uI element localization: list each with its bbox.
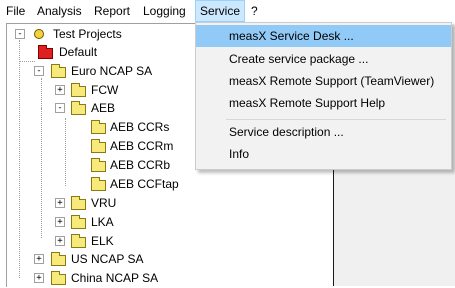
expand-icon[interactable]: +: [55, 236, 65, 246]
project-root-icon: [34, 29, 44, 39]
tree-node-china-ncap-sa[interactable]: + China NCAP SA: [7, 268, 333, 288]
expand-icon[interactable]: +: [34, 254, 44, 264]
menu-item-info[interactable]: Info: [196, 143, 451, 165]
red-folder-icon: [38, 45, 53, 59]
folder-icon: [91, 139, 106, 153]
tree-node-label: AEB: [91, 101, 116, 115]
menu-item-create-service-package[interactable]: Create service package ...: [196, 48, 451, 70]
menu-bar: File Analysis Report Logging Service ?: [0, 0, 455, 22]
tree-node-aeb-ccftap[interactable]: AEB CCFtap: [7, 174, 333, 194]
folder-icon: [71, 101, 86, 115]
collapse-icon[interactable]: -: [55, 103, 65, 113]
folder-icon: [71, 196, 86, 210]
tree-node-label: Default: [59, 45, 98, 59]
collapse-icon[interactable]: -: [34, 66, 44, 76]
expand-icon[interactable]: +: [55, 198, 65, 208]
tree-node-label: AEB CCRm: [110, 139, 174, 153]
menu-help[interactable]: ?: [251, 0, 258, 22]
folder-icon: [51, 252, 66, 266]
tree-node-label: VRU: [91, 196, 117, 210]
tree-node-label: ELK: [91, 234, 114, 248]
menu-item-label: Info: [229, 147, 250, 161]
menu-analysis[interactable]: Analysis: [37, 0, 82, 22]
folder-icon: [71, 234, 86, 248]
menu-report[interactable]: Report: [94, 0, 130, 22]
menu-item-label: measX Remote Support (TeamViewer): [229, 74, 435, 88]
folder-icon: [91, 177, 106, 191]
folder-icon: [51, 271, 66, 285]
expand-icon[interactable]: +: [55, 85, 65, 95]
folder-icon: [71, 215, 86, 229]
folder-icon: [91, 158, 106, 172]
tree-node-label: Euro NCAP SA: [71, 64, 153, 78]
tree-node-label: Test Projects: [53, 27, 122, 41]
tree-node-label: US NCAP SA: [71, 252, 144, 266]
menu-item-remote-support-help[interactable]: measX Remote Support Help: [196, 92, 451, 114]
tree-node-elk[interactable]: + ELK: [7, 231, 333, 251]
tree-node-label: AEB CCRs: [110, 120, 170, 134]
collapse-icon[interactable]: -: [15, 29, 25, 39]
menu-separator: [226, 119, 446, 120]
folder-icon: [51, 64, 66, 78]
tree-node-label: AEB CCRb: [110, 158, 171, 172]
menu-logging[interactable]: Logging: [143, 0, 186, 22]
folder-icon: [71, 83, 86, 97]
menu-item-service-desk[interactable]: measX Service Desk ...: [196, 25, 451, 47]
menu-item-remote-support-teamviewer[interactable]: measX Remote Support (TeamViewer): [196, 70, 451, 92]
tree-node-label: AEB CCFtap: [110, 177, 179, 191]
menu-item-label: Create service package ...: [229, 52, 369, 66]
expand-icon[interactable]: +: [55, 217, 65, 227]
menu-item-label: measX Service Desk ...: [229, 29, 354, 43]
expand-icon[interactable]: +: [34, 273, 44, 283]
service-menu-dropdown: measX Service Desk ... Create service pa…: [195, 22, 452, 170]
menu-item-service-description[interactable]: Service description ...: [196, 121, 451, 143]
menu-item-label: Service description ...: [229, 125, 344, 139]
menu-file[interactable]: File: [6, 0, 25, 22]
folder-icon: [91, 120, 106, 134]
tree-node-us-ncap-sa[interactable]: + US NCAP SA: [7, 249, 333, 269]
tree-node-vru[interactable]: + VRU: [7, 193, 333, 213]
tree-node-label: FCW: [91, 83, 119, 97]
menu-service[interactable]: Service: [195, 0, 246, 22]
tree-node-label: LKA: [91, 215, 114, 229]
tree-node-label: China NCAP SA: [71, 271, 159, 285]
menu-item-label: measX Remote Support Help: [229, 96, 386, 110]
tree-node-lka[interactable]: + LKA: [7, 212, 333, 232]
